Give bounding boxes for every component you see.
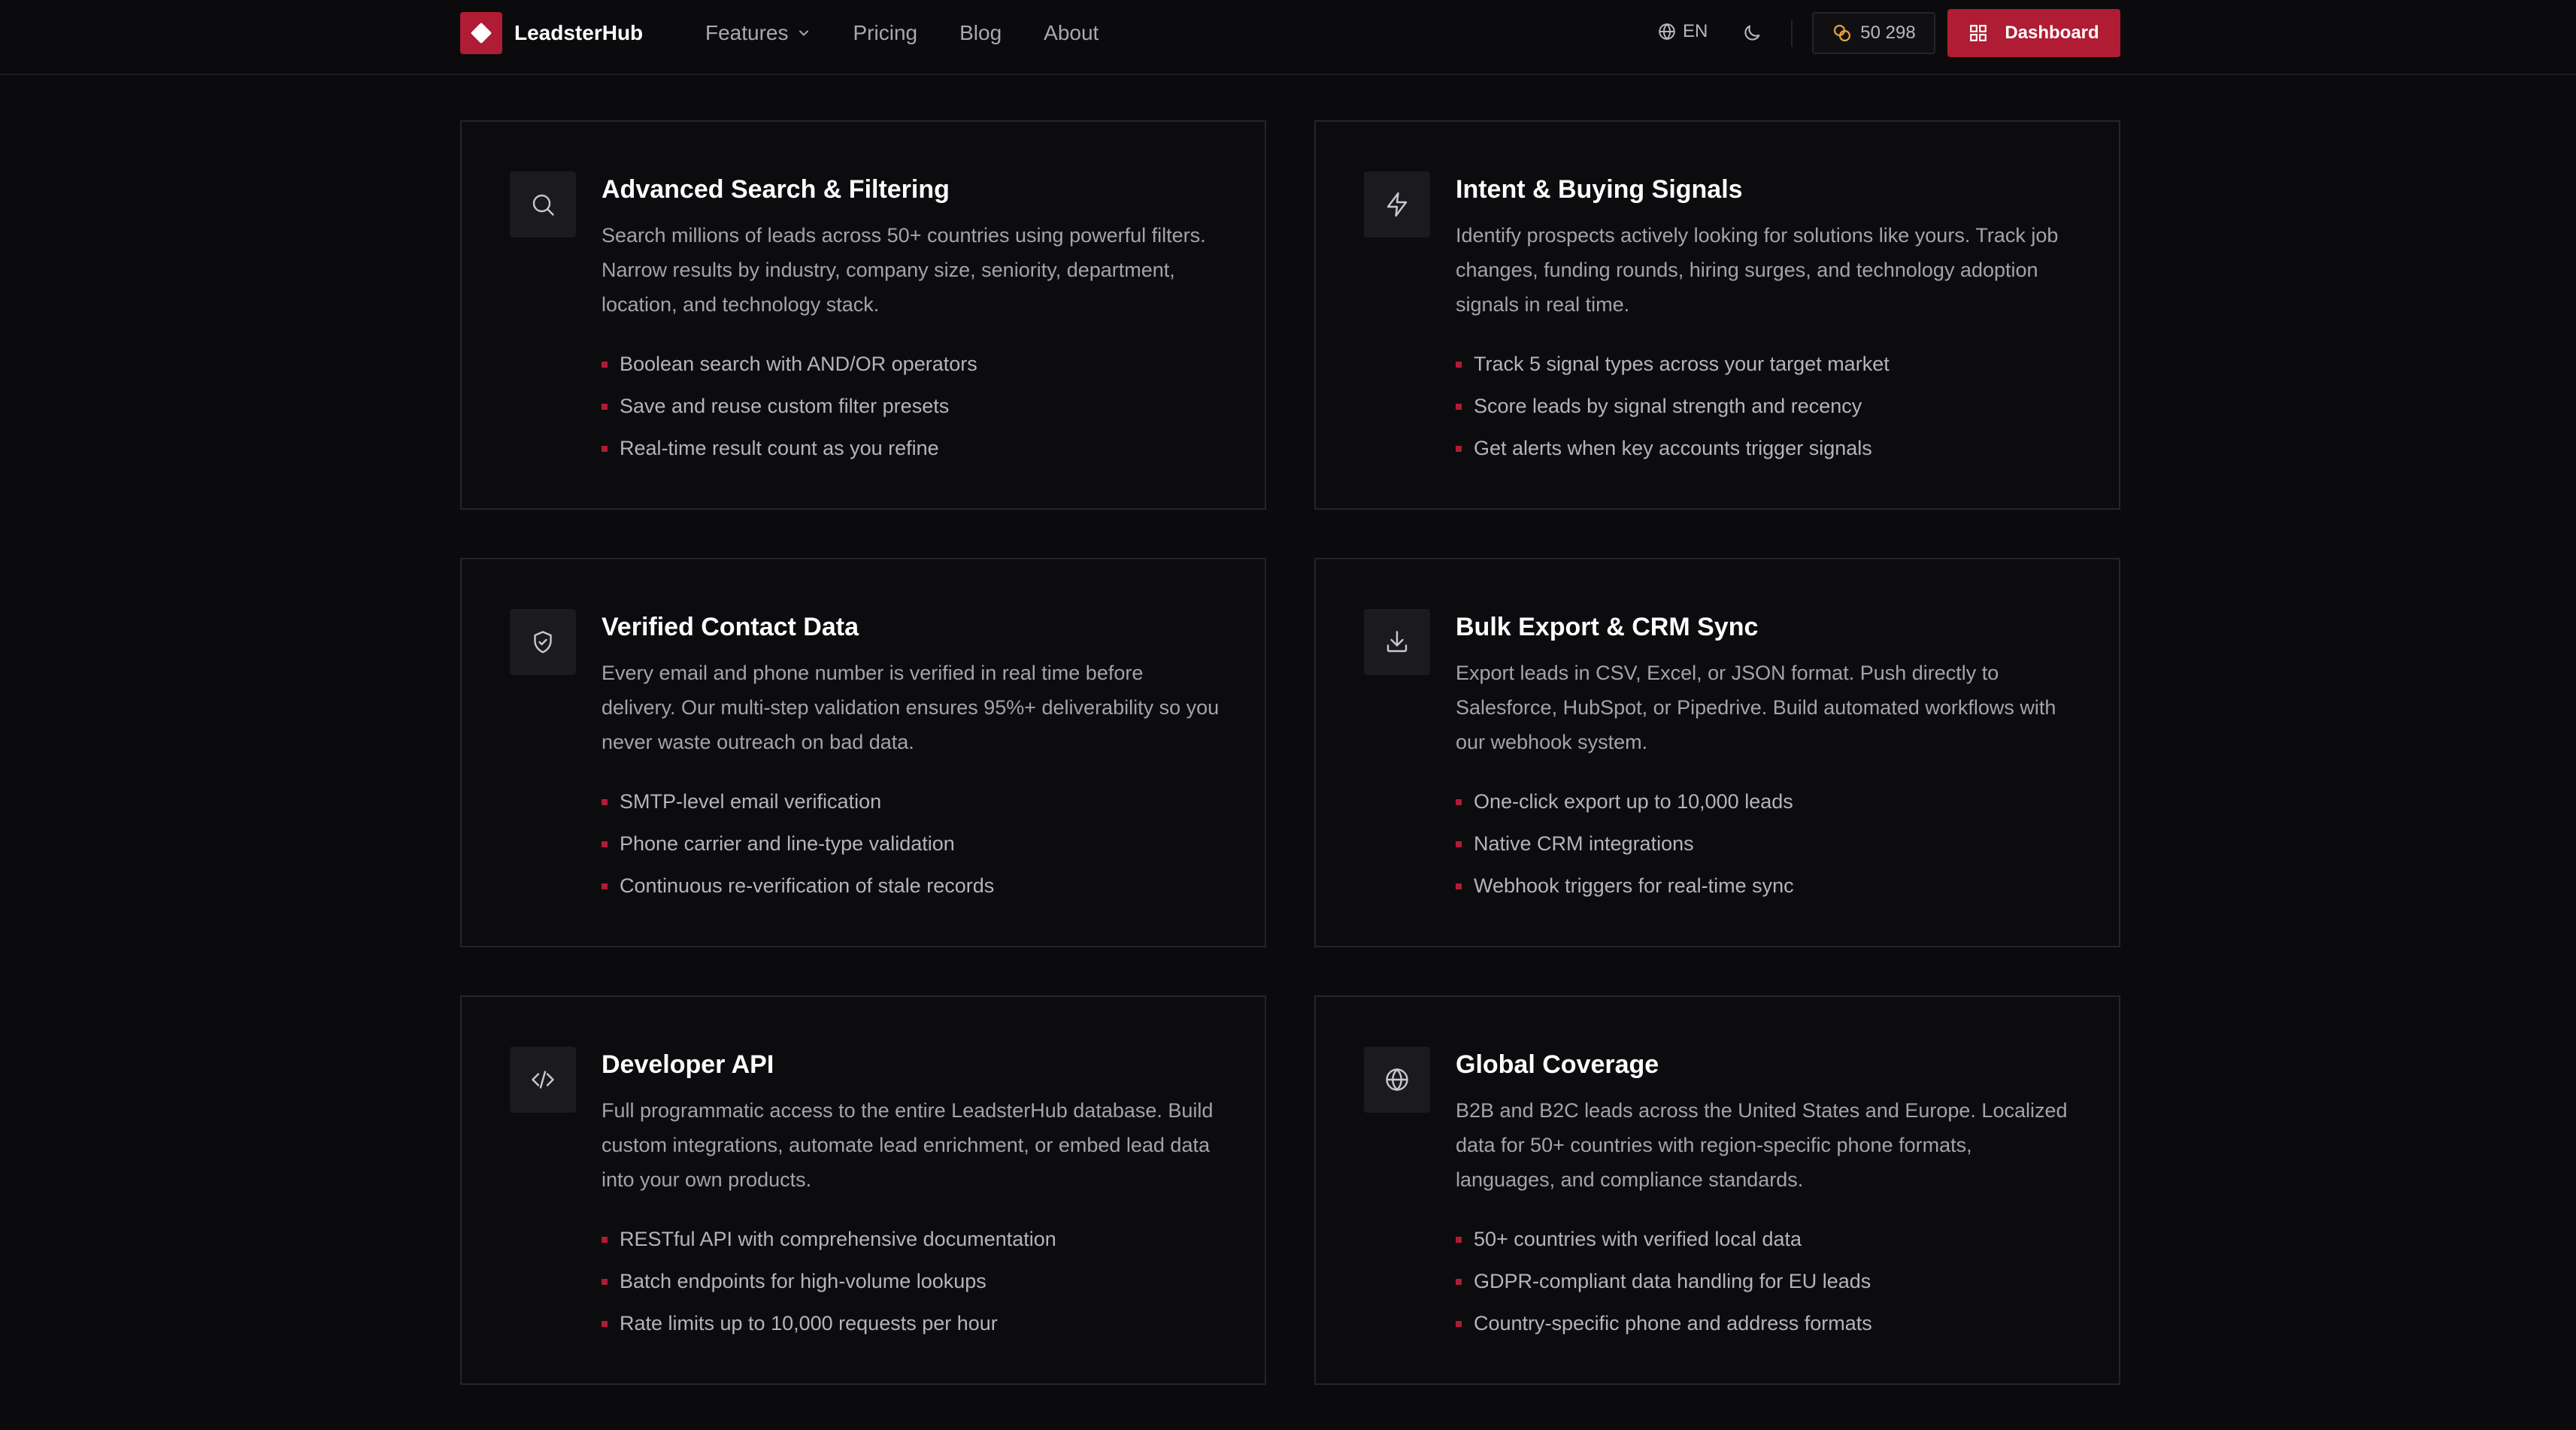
grid-icon <box>1970 25 1987 41</box>
feature-icon-box <box>510 171 576 238</box>
nav-item-about[interactable]: About <box>1044 21 1099 45</box>
credits-badge[interactable]: 50 298 <box>1812 12 1935 54</box>
language-label: EN <box>1683 21 1708 41</box>
coins-icon <box>1834 24 1851 42</box>
feature-bullet-list: One-click export up to 10,000 leads Nati… <box>1456 780 2074 907</box>
moon-icon <box>1744 25 1760 41</box>
feature-bullet-list: Boolean search with AND/OR operators Sav… <box>602 343 1220 469</box>
feature-bullet: Continuous re-verification of stale reco… <box>602 865 1220 907</box>
feature-card-search: Advanced Search & Filtering Search milli… <box>460 120 1266 510</box>
feature-card-export: Bulk Export & CRM Sync Export leads in C… <box>1314 558 2120 947</box>
feature-icon-box <box>1364 1047 1430 1113</box>
nav-item-pricing[interactable]: Pricing <box>853 21 918 45</box>
feature-bullet: Phone carrier and line-type validation <box>602 823 1220 865</box>
feature-bullet: Track 5 signal types across your target … <box>1456 343 2074 385</box>
feature-icon-box <box>510 1047 576 1113</box>
feature-title: Verified Contact Data <box>602 613 859 641</box>
feature-card-coverage: Global Coverage B2B and B2C leads across… <box>1314 995 2120 1385</box>
feature-bullet: Real-time result count as you refine <box>602 427 1220 469</box>
feature-bullet: SMTP-level email verification <box>602 780 1220 823</box>
feature-bullet: Rate limits up to 10,000 requests per ho… <box>602 1302 1220 1344</box>
feature-description: Identify prospects actively looking for … <box>1456 224 2059 316</box>
feature-title: Global Coverage <box>1456 1050 1659 1079</box>
feature-bullet: Batch endpoints for high-volume lookups <box>602 1260 1220 1302</box>
feature-title: Bulk Export & CRM Sync <box>1456 613 1759 641</box>
feature-card-api: Developer API Full programmatic access t… <box>460 995 1266 1385</box>
feature-bullet-list: 50+ countries with verified local data G… <box>1456 1218 2074 1344</box>
feature-bullet: Score leads by signal strength and recen… <box>1456 385 2074 427</box>
search-icon <box>532 194 554 216</box>
feature-bullet: GDPR-compliant data handling for EU lead… <box>1456 1260 2074 1302</box>
chevron-down-icon <box>799 30 808 36</box>
header-divider <box>1791 20 1793 47</box>
features-grid: Advanced Search & Filtering Search milli… <box>460 120 2120 1385</box>
feature-description: Every email and phone number is verified… <box>602 662 1220 753</box>
top-navbar: LeadsterHub Features Pricing Blog About … <box>0 0 2576 75</box>
nav-item-blog[interactable]: Blog <box>959 21 1002 45</box>
feature-bullet: RESTful API with comprehensive documenta… <box>602 1218 1220 1260</box>
feature-icon-box <box>1364 609 1430 675</box>
credits-count: 50 298 <box>1860 23 1916 43</box>
logo-diamond-icon <box>460 12 502 54</box>
code-icon <box>532 1071 554 1089</box>
feature-bullet-list: SMTP-level email verification Phone carr… <box>602 780 1220 907</box>
globe-icon <box>1659 23 1675 41</box>
brand-name: LeadsterHub <box>514 21 644 44</box>
dashboard-button[interactable]: Dashboard <box>1947 9 2120 57</box>
main-nav: Features Pricing Blog About <box>705 0 1141 66</box>
feature-icon-box <box>1364 171 1430 238</box>
feature-bullet-list: RESTful API with comprehensive documenta… <box>602 1218 1220 1344</box>
feature-bullet: One-click export up to 10,000 leads <box>1456 780 2074 823</box>
feature-bullet: Native CRM integrations <box>1456 823 2074 865</box>
download-icon <box>1386 631 1408 653</box>
feature-bullet: Boolean search with AND/OR operators <box>602 343 1220 385</box>
nav-item-label: Blog <box>959 21 1002 44</box>
globe-icon <box>1386 1068 1408 1092</box>
brand-logo[interactable]: LeadsterHub <box>460 12 643 54</box>
nav-item-label: Pricing <box>853 21 918 44</box>
feature-description: Full programmatic access to the entire L… <box>602 1099 1214 1191</box>
feature-bullet: Country-specific phone and address forma… <box>1456 1302 2074 1344</box>
feature-description: B2B and B2C leads across the United Stat… <box>1456 1099 2068 1191</box>
feature-bullet-list: Track 5 signal types across your target … <box>1456 343 2074 469</box>
nav-item-label: About <box>1044 21 1099 44</box>
lightning-icon <box>1386 192 1408 217</box>
dashboard-label: Dashboard <box>2005 23 2099 43</box>
feature-title: Advanced Search & Filtering <box>602 175 950 204</box>
theme-toggle-button[interactable] <box>1741 23 1762 44</box>
feature-bullet: Get alerts when key accounts trigger sig… <box>1456 427 2074 469</box>
feature-description: Search millions of leads across 50+ coun… <box>602 224 1206 316</box>
feature-icon-box <box>510 609 576 675</box>
nav-item-label: Features <box>705 21 789 44</box>
shield-check-icon <box>534 631 552 653</box>
feature-description: Export leads in CSV, Excel, or JSON form… <box>1456 662 2056 753</box>
feature-bullet: Save and reuse custom filter presets <box>602 385 1220 427</box>
feature-title: Developer API <box>602 1050 774 1079</box>
language-switcher[interactable]: EN <box>1657 21 1708 42</box>
feature-title: Intent & Buying Signals <box>1456 175 1743 204</box>
feature-bullet: Webhook triggers for real-time sync <box>1456 865 2074 907</box>
feature-card-intent: Intent & Buying Signals Identify prospec… <box>1314 120 2120 510</box>
nav-item-features[interactable]: Features <box>705 21 811 45</box>
feature-card-verified: Verified Contact Data Every email and ph… <box>460 558 1266 947</box>
feature-bullet: 50+ countries with verified local data <box>1456 1218 2074 1260</box>
